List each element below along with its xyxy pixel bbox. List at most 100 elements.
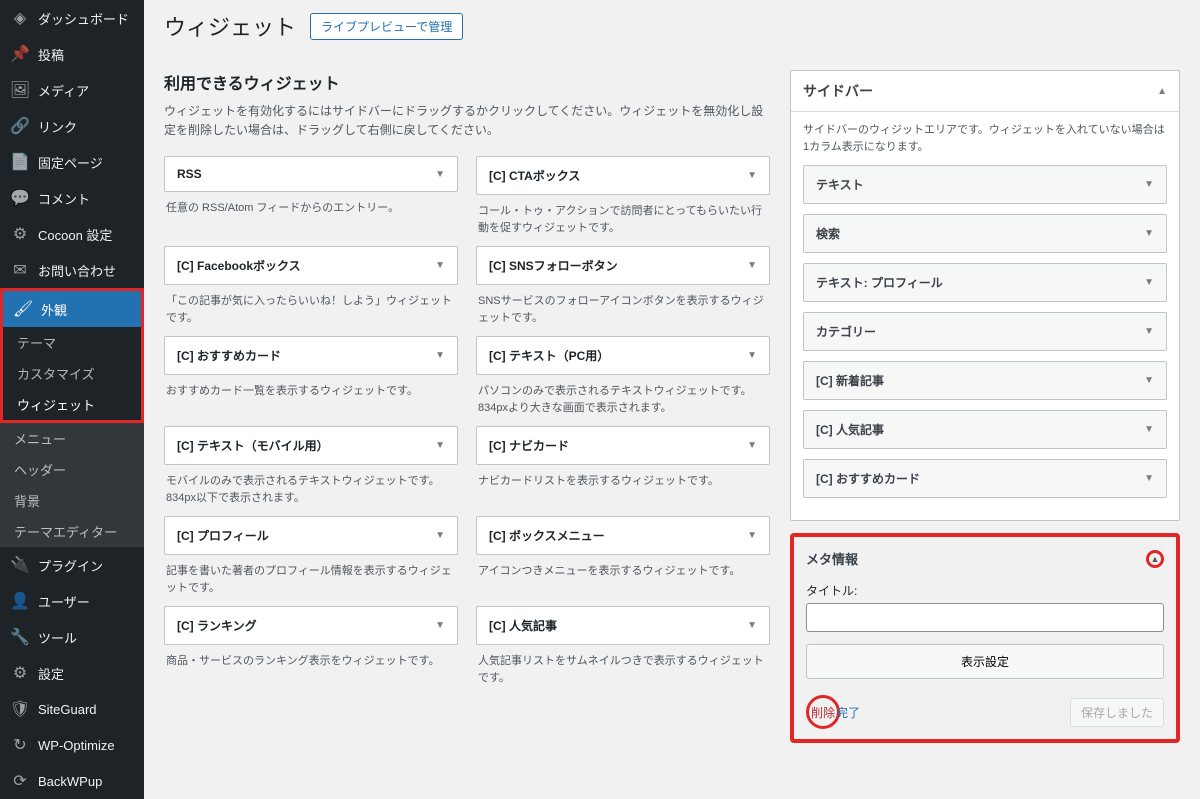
widget-name: [C] テキスト（モバイル用） (177, 437, 329, 454)
sidebar-area-desc: サイドバーのウィジットエリアです。ウィジェットを入れていない場合は1カラム表示に… (791, 112, 1179, 165)
caret-down-icon: ▼ (1144, 424, 1154, 435)
area-widget-item[interactable]: [C] おすすめカード▼ (803, 459, 1167, 498)
menu-item[interactable]: 📌 投稿 (0, 36, 144, 72)
area-widget-item[interactable]: カテゴリー▼ (803, 312, 1167, 351)
submenu-item[interactable]: メニュー (0, 423, 144, 454)
widget-header[interactable]: [C] おすすめカード ▼ (164, 336, 458, 375)
area-widget-item[interactable]: テキスト: プロフィール▼ (803, 263, 1167, 302)
widget-name: [C] SNSフォローボタン (489, 257, 618, 274)
menu-item[interactable]: 📄固定ページ (0, 144, 144, 180)
widget-header[interactable]: [C] SNSフォローボタン ▼ (476, 246, 770, 285)
submenu-item[interactable]: ヘッダー (0, 454, 144, 485)
menu-item[interactable]: 🛡SiteGuard (0, 691, 144, 727)
menu-icon: 🖼 (10, 80, 30, 100)
caret-down-icon: ▼ (747, 530, 757, 541)
widget-desc: アイコンつきメニューを表示するウィジェットです。 (476, 555, 770, 580)
sidebar-area-title: サイドバー (803, 81, 873, 101)
widget-desc: パソコンのみで表示されるテキストウィジェットです。834pxより大きな画面で表示… (476, 375, 770, 416)
caret-up-icon: ▲ (1146, 550, 1164, 568)
widget-areas-column: サイドバー ▲ サイドバーのウィジットエリアです。ウィジェットを入れていない場合… (790, 70, 1180, 743)
done-link[interactable]: 完了 (836, 706, 860, 720)
menu-item[interactable]: ⟳BackWPup (0, 763, 144, 799)
available-widget: RSS ▼ 任意の RSS/Atom フィードからのエントリー。 (164, 156, 458, 236)
widget-desc: コール・トゥ・アクションで訪問者にとってもらいたい行動を促すウィジェットです。 (476, 195, 770, 236)
menu-item[interactable]: ⚙設定 (0, 655, 144, 691)
menu-item-appearance[interactable]: 🖌外観 (3, 291, 141, 327)
delete-link[interactable]: 削除 (811, 704, 835, 721)
live-preview-button[interactable]: ライブプレビューで管理 (310, 13, 463, 40)
menu-icon: 💬 (10, 188, 30, 208)
available-widget: [C] SNSフォローボタン ▼ SNSサービスのフォローアイコンボタンを表示す… (476, 246, 770, 326)
widget-header[interactable]: RSS ▼ (164, 156, 458, 192)
available-widget: [C] ナビカード ▼ ナビカードリストを表示するウィジェットです。 (476, 426, 770, 506)
submenu-item[interactable]: カスタマイズ (3, 358, 141, 389)
widget-header[interactable]: [C] ナビカード ▼ (476, 426, 770, 465)
widget-header[interactable]: [C] テキスト（PC用） ▼ (476, 336, 770, 375)
widget-name: [C] プロフィール (177, 527, 269, 544)
menu-icon: 📄 (10, 152, 30, 172)
widget-header[interactable]: [C] プロフィール ▼ (164, 516, 458, 555)
sidebar-area-header[interactable]: サイドバー ▲ (791, 71, 1179, 112)
menu-label: ツール (38, 628, 77, 647)
menu-item[interactable]: ✉お問い合わせ (0, 252, 144, 288)
caret-down-icon: ▼ (747, 170, 757, 181)
menu-item[interactable]: ↻WP-Optimize (0, 727, 144, 763)
available-widget: [C] ボックスメニュー ▼ アイコンつきメニューを表示するウィジェットです。 (476, 516, 770, 596)
caret-down-icon: ▼ (747, 260, 757, 271)
widget-header[interactable]: [C] ボックスメニュー ▼ (476, 516, 770, 555)
meta-panel-header[interactable]: メタ情報 ▲ (802, 543, 1168, 578)
widget-desc: 記事を書いた著者のプロフィール情報を表示するウィジェットです。 (164, 555, 458, 596)
menu-item[interactable]: 👤ユーザー (0, 583, 144, 619)
widget-desc: 人気記事リストをサムネイルつきで表示するウィジェットです。 (476, 645, 770, 686)
area-widget-name: 検索 (816, 225, 840, 242)
widget-header[interactable]: [C] Facebookボックス ▼ (164, 246, 458, 285)
widget-desc: ナビカードリストを表示するウィジェットです。 (476, 465, 770, 490)
area-widget-item[interactable]: [C] 新着記事▼ (803, 361, 1167, 400)
menu-item[interactable]: 🔗リンク (0, 108, 144, 144)
caret-down-icon: ▼ (747, 620, 757, 631)
page-header: ウィジェット ライブプレビューで管理 (164, 10, 1180, 42)
menu-label: お問い合わせ (38, 261, 116, 280)
available-widgets-column: 利用できるウィジェット ウィジェットを有効化するにはサイドバーにドラッグするかク… (164, 70, 770, 743)
saved-button: 保存しました (1070, 698, 1164, 727)
title-input[interactable] (806, 603, 1164, 632)
menu-icon: 🔧 (10, 627, 30, 647)
menu-item[interactable]: 🔧 ツール (0, 619, 144, 655)
submenu-item[interactable]: テーマ (3, 327, 141, 358)
caret-down-icon: ▼ (435, 350, 445, 361)
menu-item[interactable]: ◈ダッシュボード (0, 0, 144, 36)
caret-down-icon: ▼ (1144, 473, 1154, 484)
submenu-item[interactable]: テーマエディター (0, 516, 144, 547)
caret-down-icon: ▼ (1144, 326, 1154, 337)
area-widget-item[interactable]: テキスト▼ (803, 165, 1167, 204)
caret-down-icon: ▼ (435, 169, 445, 180)
area-widget-name: テキスト (816, 176, 864, 193)
menu-icon: ⟳ (10, 771, 30, 791)
widget-header[interactable]: [C] 人気記事 ▼ (476, 606, 770, 645)
widget-name: [C] おすすめカード (177, 347, 281, 364)
widget-header[interactable]: [C] テキスト（モバイル用） ▼ (164, 426, 458, 465)
widget-name: RSS (177, 167, 202, 181)
display-settings-button[interactable]: 表示設定 (806, 644, 1164, 679)
available-widget: [C] テキスト（PC用） ▼ パソコンのみで表示されるテキストウィジェットです… (476, 336, 770, 416)
caret-up-icon: ▲ (1157, 86, 1167, 97)
area-widget-item[interactable]: 検索 ▼ (803, 214, 1167, 253)
available-widget: [C] ランキング ▼ 商品・サービスのランキング表示をウィジェットです。 (164, 606, 458, 686)
menu-icon: ◈ (10, 8, 30, 28)
area-widget-item[interactable]: [C] 人気記事▼ (803, 410, 1167, 449)
caret-down-icon: ▼ (1144, 228, 1154, 239)
submenu-item[interactable]: 背景 (0, 485, 144, 516)
available-title: 利用できるウィジェット (164, 70, 770, 94)
menu-item[interactable]: 💬コメント (0, 180, 144, 216)
area-widget-name: テキスト: プロフィール (816, 274, 943, 291)
widget-desc: おすすめカード一覧を表示するウィジェットです。 (164, 375, 458, 400)
menu-item[interactable]: 🖼メディア (0, 72, 144, 108)
menu-label: 投稿 (38, 45, 64, 64)
widget-header[interactable]: [C] CTAボックス ▼ (476, 156, 770, 195)
menu-item[interactable]: ⚙Cocoon 設定 (0, 216, 144, 252)
menu-item[interactable]: 🔌プラグイン (0, 547, 144, 583)
page-title: ウィジェット (164, 10, 296, 42)
widget-header[interactable]: [C] ランキング ▼ (164, 606, 458, 645)
submenu-item[interactable]: ウィジェット (3, 389, 141, 420)
menu-icon: 📌 (10, 44, 30, 64)
